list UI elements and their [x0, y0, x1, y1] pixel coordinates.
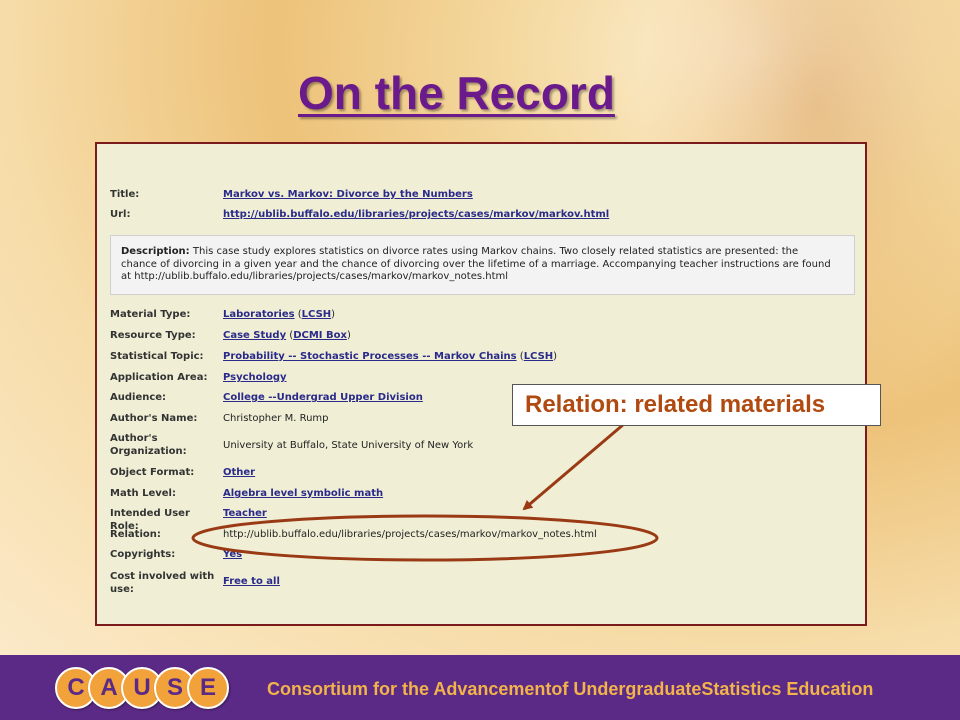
description-label: Description:: [121, 246, 190, 257]
application-area-link[interactable]: Psychology: [223, 372, 287, 383]
url-link[interactable]: http://ublib.buffalo.edu/libraries/proje…: [223, 209, 609, 220]
intended-user-role-link[interactable]: Teacher: [223, 508, 267, 519]
record-label: Statistical Topic:: [110, 351, 204, 362]
record-label-line: Cost involved with: [110, 571, 215, 582]
record-label: Material Type:: [110, 309, 191, 320]
record-label-line: Organization:: [110, 446, 187, 457]
relation-value: http://ublib.buffalo.edu/libraries/proje…: [223, 529, 597, 540]
record-label: Object Format:: [110, 467, 195, 478]
record-label: Audience:: [110, 392, 167, 403]
title-link[interactable]: Markov vs. Markov: Divorce by the Number…: [223, 189, 473, 200]
record-value: Psychology: [223, 371, 287, 384]
authors-name-value: Christopher M. Rump: [223, 413, 329, 424]
material-type-scheme-link[interactable]: LCSH: [302, 309, 331, 320]
record-value: Other: [223, 466, 255, 479]
resource-type-link[interactable]: Case Study: [223, 330, 286, 341]
relation-callout-box: Relation: related materials: [512, 384, 881, 426]
record-label: Title:: [110, 189, 140, 200]
record-label: Url:: [110, 209, 131, 220]
record-label: Relation:: [110, 529, 161, 540]
description-text: Description: This case study explores st…: [121, 246, 836, 284]
record-value: http://ublib.buffalo.edu/libraries/proje…: [223, 208, 609, 221]
material-type-link[interactable]: Laboratories: [223, 309, 295, 320]
record-label: Math Level:: [110, 488, 176, 499]
record-value: College --Undergrad Upper Division: [223, 391, 423, 404]
description-body: This case study explores statistics on d…: [121, 246, 831, 282]
footer-text: Consortium for the Advancementof Undergr…: [267, 679, 874, 699]
record-value: Probability -- Stochastic Processes -- M…: [223, 351, 558, 362]
copyrights-link[interactable]: Yes: [223, 549, 242, 560]
record-label: Copyrights:: [110, 549, 176, 560]
math-level-link[interactable]: Algebra level symbolic math: [223, 488, 383, 499]
record-label: Resource Type:: [110, 330, 196, 341]
record-label: Application Area:: [110, 372, 208, 383]
callout-text: Relation: related materials: [525, 391, 826, 418]
record-label-line: Author's: [110, 433, 158, 444]
record-value: Laboratories (LCSH): [223, 309, 336, 320]
statistical-topic-scheme-link[interactable]: LCSH: [524, 351, 553, 362]
resource-type-scheme-link[interactable]: DCMI Box: [293, 330, 347, 341]
record-value: Markov vs. Markov: Divorce by the Number…: [223, 188, 473, 201]
object-format-link[interactable]: Other: [223, 467, 255, 478]
logo-letter: E: [187, 667, 229, 709]
description-box: Description: This case study explores st…: [110, 235, 855, 295]
record-value: Algebra level symbolic math: [223, 487, 383, 500]
footer-bar: C A U S E Consortium for the Advancement…: [0, 655, 960, 720]
slide-title: On the Record: [298, 67, 615, 119]
record-value: Yes: [223, 548, 242, 561]
statistical-topic-link[interactable]: Probability -- Stochastic Processes -- M…: [223, 351, 517, 362]
record-label-line: use:: [110, 584, 134, 595]
record-value: Teacher: [223, 507, 267, 520]
audience-link[interactable]: College --Undergrad Upper Division: [223, 392, 423, 403]
cost-link[interactable]: Free to all: [223, 576, 280, 587]
record-value: Free to all: [223, 575, 280, 588]
record-label: Author's Name:: [110, 413, 198, 424]
record-label: Cost involved with use:: [110, 570, 218, 596]
record-value: Case Study (DCMI Box): [223, 330, 351, 341]
record-label: Author's Organization:: [110, 432, 218, 458]
authors-organization-value: University at Buffalo, State University …: [223, 440, 474, 451]
